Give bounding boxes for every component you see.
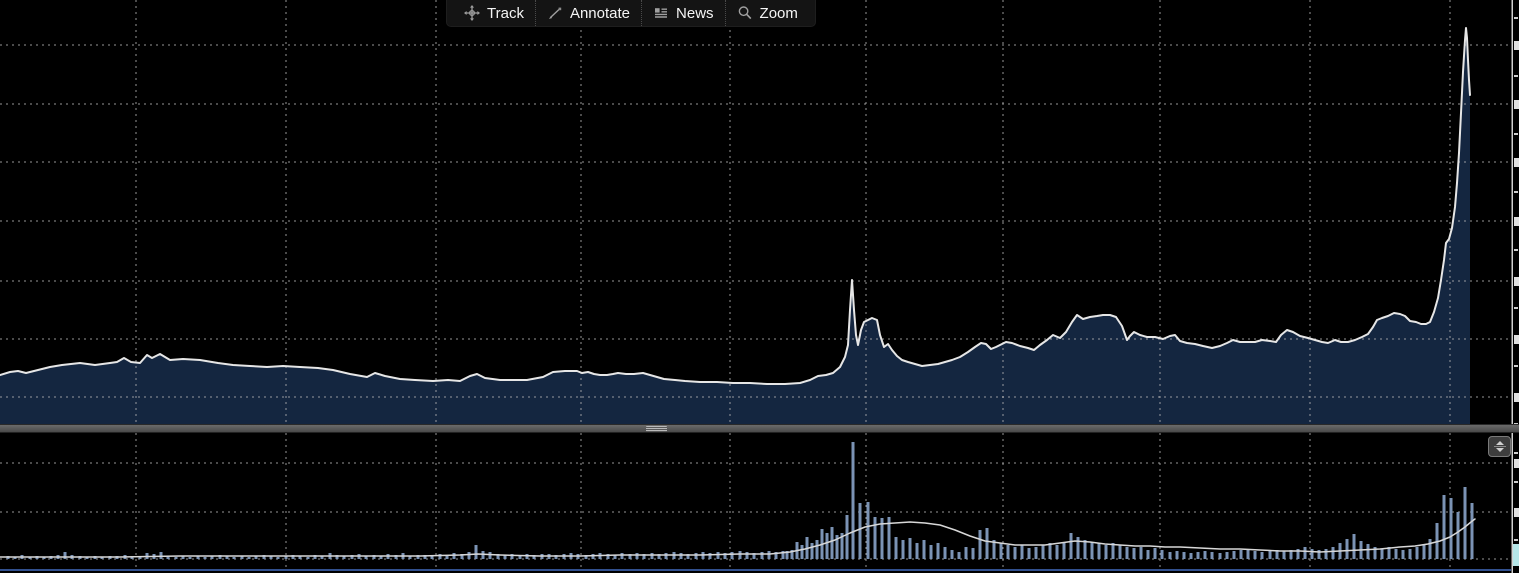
annotate-button[interactable]: Annotate — [534, 0, 641, 26]
news-button[interactable]: News — [641, 0, 725, 26]
resize-separator — [1493, 446, 1506, 447]
volume-bars-series — [6, 442, 1474, 559]
zoom-magnifier-icon — [737, 5, 753, 21]
panel-resize-button[interactable] — [1488, 436, 1511, 457]
zoom-button-label: Zoom — [759, 4, 798, 22]
current-value-label — [1513, 544, 1519, 566]
news-list-icon — [653, 5, 669, 21]
chart-window: Track Annotate News Zoom — [0, 0, 1519, 573]
panel-divider[interactable] — [0, 424, 1519, 433]
price-line-series — [0, 27, 1471, 385]
news-button-label: News — [676, 4, 714, 22]
track-button[interactable]: Track — [453, 0, 535, 26]
price-area-series — [0, 28, 1470, 424]
chart-canvas[interactable] — [0, 0, 1519, 573]
panel-divider-handle[interactable] — [646, 426, 667, 432]
bottom-border-line — [0, 569, 1511, 571]
price-axis[interactable] — [1511, 0, 1519, 573]
track-button-label: Track — [487, 4, 524, 22]
annotate-button-label: Annotate — [569, 4, 631, 22]
track-crosshair-icon — [464, 5, 480, 21]
down-arrow-icon — [1495, 448, 1504, 452]
annotate-pencil-icon — [547, 5, 563, 21]
up-arrow-icon — [1495, 441, 1504, 445]
zoom-button[interactable]: Zoom — [724, 0, 809, 26]
chart-toolbar: Track Annotate News Zoom — [447, 0, 815, 26]
gridlines — [0, 0, 1511, 567]
